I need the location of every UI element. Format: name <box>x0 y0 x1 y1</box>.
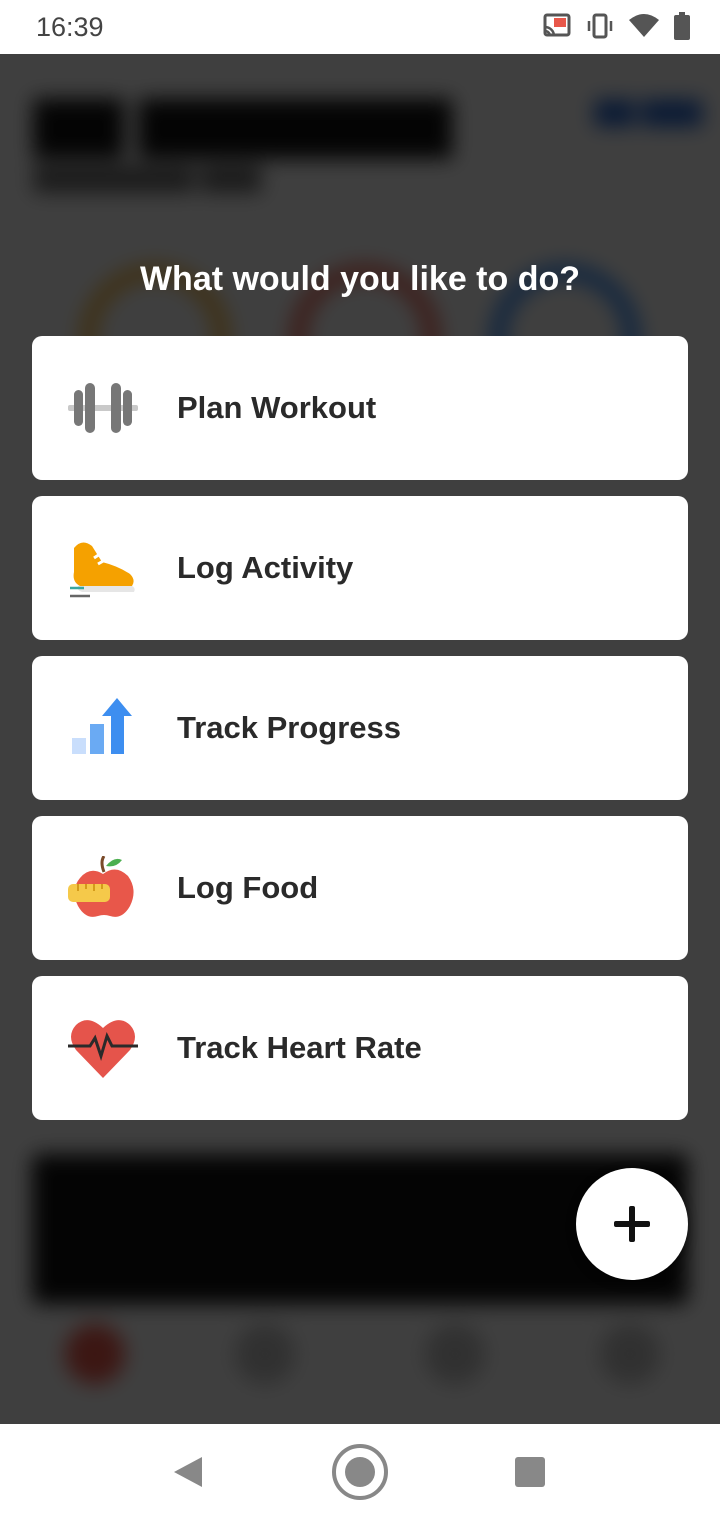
add-fab-button[interactable] <box>576 1168 688 1280</box>
cast-icon <box>543 13 571 37</box>
wifi-icon <box>629 14 659 37</box>
status-icons <box>542 12 690 40</box>
sneaker-icon <box>70 542 135 598</box>
back-icon <box>174 1457 202 1487</box>
log-activity-option[interactable]: Log Activity <box>32 496 688 640</box>
heart-pulse-icon <box>68 1020 138 1078</box>
vibrate-icon <box>587 13 613 39</box>
system-nav-bar <box>0 1424 720 1520</box>
track-progress-option[interactable]: Track Progress <box>32 656 688 800</box>
log-food-option[interactable]: Log Food <box>32 816 688 960</box>
dialog-prompt: What would you like to do? <box>139 260 581 298</box>
log-food-label: Log Food <box>177 870 319 905</box>
apple-icon <box>68 856 134 917</box>
bar-chart-arrow-icon <box>72 698 132 754</box>
recents-button[interactable] <box>500 1442 560 1502</box>
log-activity-label: Log Activity <box>177 550 354 585</box>
home-icon <box>332 1444 388 1500</box>
track-heart-rate-label: Track Heart Rate <box>177 1030 422 1065</box>
track-progress-label: Track Progress <box>177 710 402 745</box>
status-bar: 16:39 <box>0 0 720 54</box>
home-button[interactable] <box>330 1442 390 1502</box>
dumbbell-icon <box>68 383 138 433</box>
plus-icon <box>614 1206 650 1242</box>
recents-icon <box>515 1457 545 1487</box>
status-time: 16:39 <box>36 12 104 42</box>
track-heart-rate-option[interactable]: Track Heart Rate <box>32 976 688 1120</box>
plan-workout-label: Plan Workout <box>177 390 377 425</box>
plan-workout-option[interactable]: Plan Workout <box>32 336 688 480</box>
battery-icon <box>674 12 690 40</box>
back-button[interactable] <box>158 1442 218 1502</box>
